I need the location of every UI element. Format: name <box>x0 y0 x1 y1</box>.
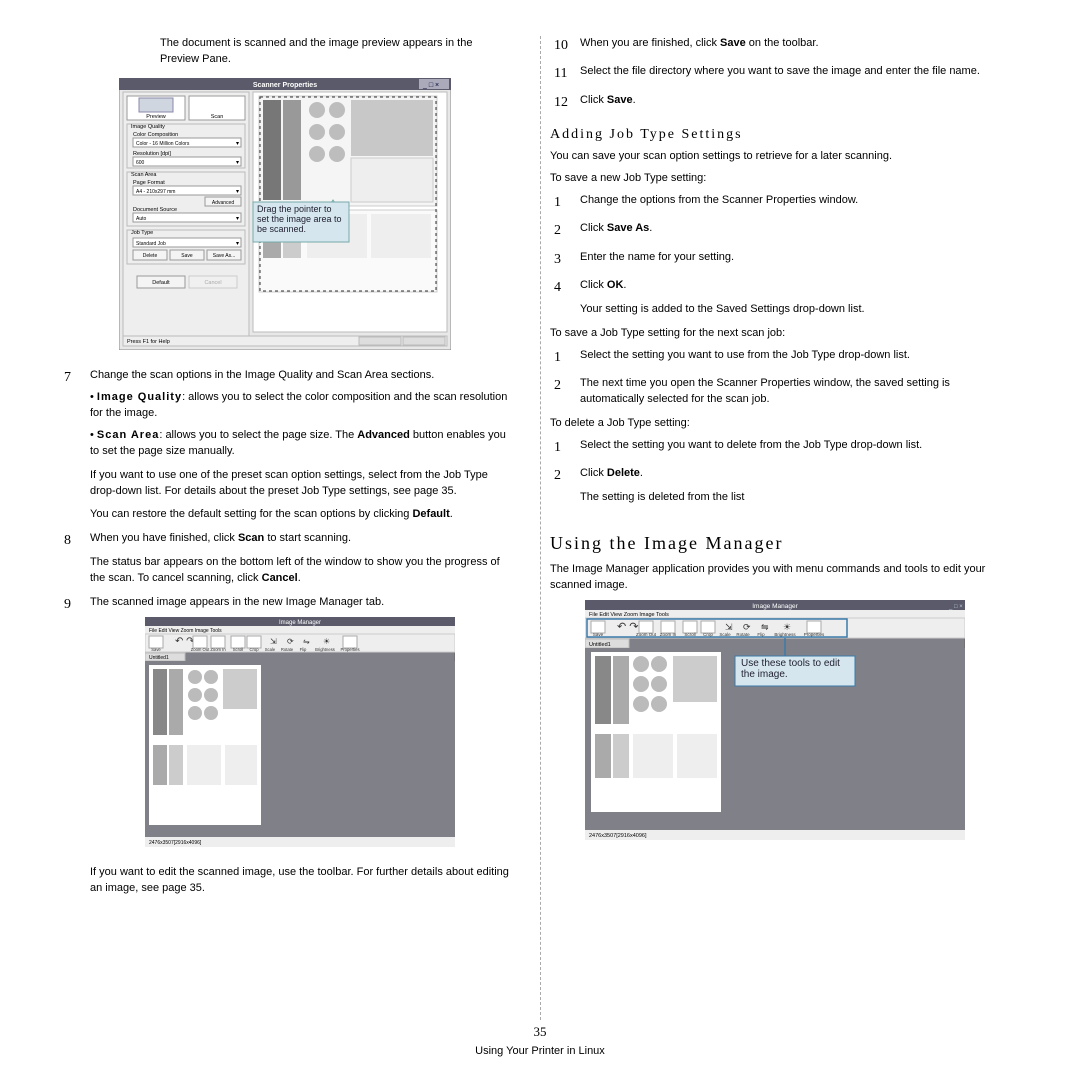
svg-text:Zoom Out: Zoom Out <box>191 647 210 652</box>
svg-text:Flip: Flip <box>300 647 307 652</box>
svg-text:Press F1 for Help: Press F1 for Help <box>127 339 170 345</box>
svg-text:Advanced: Advanced <box>212 200 234 206</box>
svg-text:Zoom In: Zoom In <box>660 632 677 637</box>
step-12: 12Click Save. <box>550 93 1000 113</box>
svg-text:Image Manager: Image Manager <box>752 603 798 610</box>
svg-text:Crop: Crop <box>703 632 713 637</box>
image-manager-large: Image Manager _ □ × File Edit View Zoom I… <box>585 600 965 840</box>
svg-text:_ □ ×: _ □ × <box>422 82 439 89</box>
svg-text:▾: ▾ <box>236 241 239 247</box>
intro-text: The document is scanned and the image pr… <box>160 36 510 68</box>
svg-text:⇲: ⇲ <box>270 637 277 646</box>
svg-text:⇋: ⇋ <box>303 637 310 646</box>
svg-text:Save: Save <box>593 632 604 637</box>
svg-text:2476x3507[2916x4096]: 2476x3507[2916x4096] <box>589 833 647 839</box>
svg-text:Delete: Delete <box>143 253 158 259</box>
svg-text:⇲: ⇲ <box>725 622 733 632</box>
svg-text:☀: ☀ <box>323 637 330 646</box>
adding-job-heading: Adding Job Type Settings <box>550 125 1000 145</box>
svg-text:2476x3507[2916x4096]: 2476x3507[2916x4096] <box>149 840 202 846</box>
svg-text:⇋: ⇋ <box>761 622 769 632</box>
svg-text:600: 600 <box>136 160 145 166</box>
step-7: 7 Change the scan options in the Image Q… <box>60 368 510 524</box>
svg-text:Zoom In: Zoom In <box>210 647 226 652</box>
svg-text:Untitled1: Untitled1 <box>149 655 169 661</box>
svg-text:Scroll: Scroll <box>684 632 695 637</box>
svg-text:▾: ▾ <box>236 216 239 222</box>
svg-text:Properties: Properties <box>804 632 825 637</box>
svg-text:Resolution [dpi]: Resolution [dpi] <box>133 151 171 157</box>
svg-text:Save: Save <box>151 647 161 652</box>
svg-text:Scroll: Scroll <box>233 647 244 652</box>
svg-text:_ □ ×: _ □ × <box>948 604 963 610</box>
svg-text:Flip: Flip <box>757 632 765 637</box>
svg-text:Page Format: Page Format <box>133 180 165 186</box>
svg-text:Scan: Scan <box>211 114 224 120</box>
step-11: 11Select the file directory where you wa… <box>550 64 1000 84</box>
svg-text:Rotate: Rotate <box>736 632 750 637</box>
svg-text:Untitled1: Untitled1 <box>589 642 611 648</box>
svg-text:Scan Area: Scan Area <box>131 172 157 178</box>
svg-text:A4 - 210x297 mm: A4 - 210x297 mm <box>136 189 175 195</box>
svg-text:File Edit View Zoom Image: File Edit View Zoom Image Tools <box>589 612 669 618</box>
svg-text:Brightness: Brightness <box>315 647 335 652</box>
svg-text:Color Composition: Color Composition <box>133 132 178 138</box>
svg-text:Standard Job: Standard Job <box>136 241 166 247</box>
svg-text:Color - 16 Million Colors: Color - 16 Million Colors <box>136 141 190 147</box>
svg-text:Default: Default <box>152 280 170 286</box>
column-divider <box>540 36 541 1020</box>
svg-text:Brightness: Brightness <box>774 632 796 637</box>
svg-text:Auto: Auto <box>136 216 147 222</box>
svg-text:Cancel: Cancel <box>204 280 221 286</box>
svg-text:Job Type: Job Type <box>131 230 153 236</box>
svg-text:⟳: ⟳ <box>287 637 294 646</box>
svg-text:Properties: Properties <box>340 647 359 652</box>
svg-text:☀: ☀ <box>783 622 791 632</box>
svg-text:Save: Save <box>181 253 193 259</box>
svg-text:Rotate: Rotate <box>281 647 294 652</box>
svg-text:Image Quality: Image Quality <box>131 124 165 130</box>
svg-text:Scanner Properties: Scanner Properties <box>253 82 317 89</box>
step-10: 10When you are finished, click Save on t… <box>550 36 1000 56</box>
scanner-properties-figure: Scanner Properties _ □ × Preview Scan Im… <box>119 78 451 350</box>
svg-text:⟳: ⟳ <box>743 622 751 632</box>
svg-text:File Edit View Zoom Image: File Edit View Zoom Image Tools <box>149 628 222 634</box>
svg-text:Save As...: Save As... <box>213 253 236 259</box>
svg-text:▾: ▾ <box>236 189 239 195</box>
step-9: 9 The scanned image appears in the new I… <box>60 595 510 897</box>
footer: 35 Using Your Printer in Linux <box>0 1023 1080 1060</box>
svg-text:↶ ↷: ↶ ↷ <box>175 636 195 647</box>
svg-text:Preview: Preview <box>146 114 166 120</box>
using-image-manager-heading: Using the Image Manager <box>550 530 1000 556</box>
svg-text:Crop: Crop <box>249 647 259 652</box>
step-8: 8 When you have finished, click Scan to … <box>60 531 510 587</box>
svg-text:▾: ▾ <box>236 141 239 147</box>
image-manager-small: Image Manager File Edit View Zoom Image … <box>145 617 455 847</box>
svg-text:Scale: Scale <box>719 632 731 637</box>
svg-text:Document Source: Document Source <box>133 207 177 213</box>
svg-text:▾: ▾ <box>236 160 239 166</box>
svg-text:Zoom Out: Zoom Out <box>636 632 657 637</box>
svg-text:Scale: Scale <box>265 647 276 652</box>
svg-text:Image Manager: Image Manager <box>279 620 321 626</box>
